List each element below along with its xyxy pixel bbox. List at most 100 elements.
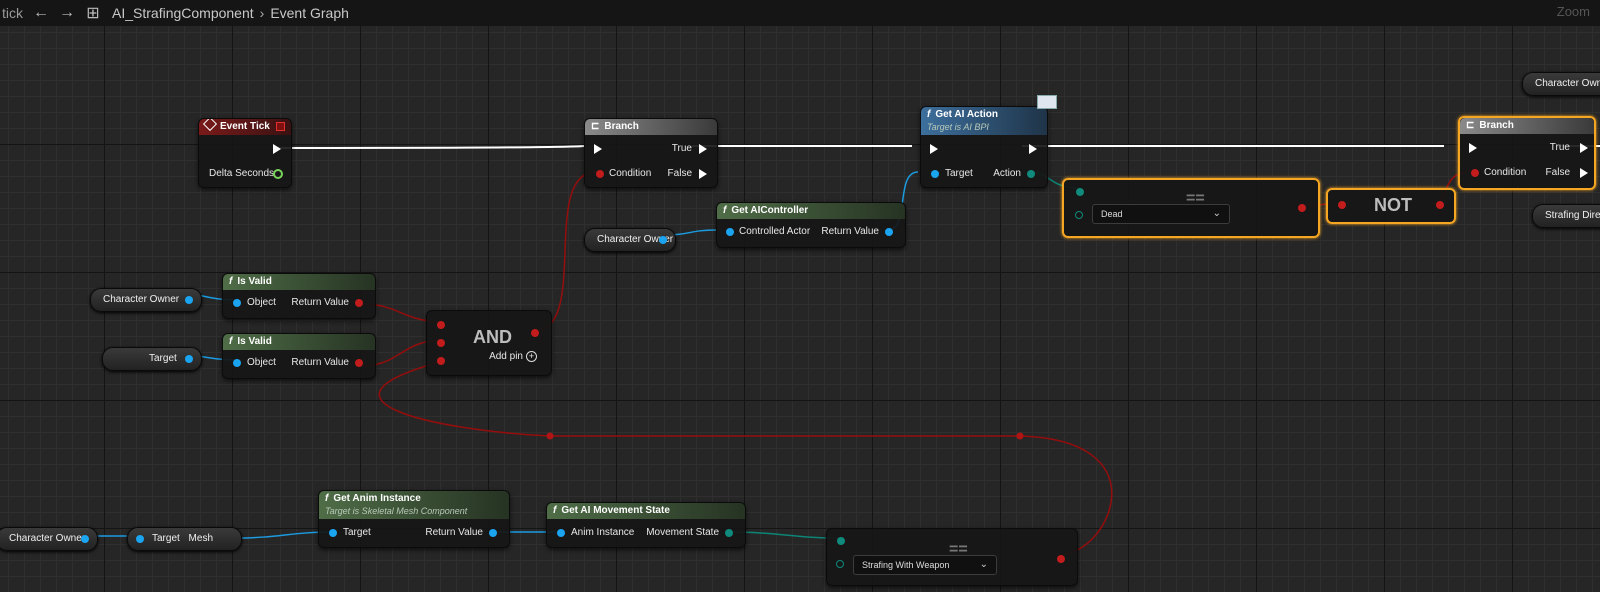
function-icon: f <box>229 276 233 287</box>
enum-dropdown-dead[interactable]: Dead ⌄ <box>1092 204 1230 224</box>
enum-b-pin[interactable] <box>836 560 844 568</box>
get-anim-instance-node[interactable]: f Get Anim Instance Target is Skeletal Me… <box>318 490 510 548</box>
function-icon: f <box>927 109 931 120</box>
return-value-label: Return Value <box>425 527 483 538</box>
return-value-label: Return Value <box>821 226 879 237</box>
return-value-pin[interactable] <box>489 529 497 537</box>
target-pin[interactable] <box>329 529 337 537</box>
character-owner-pin[interactable] <box>659 236 667 244</box>
variable-target[interactable]: Target <box>102 347 202 371</box>
return-value-pin[interactable] <box>355 299 363 307</box>
action-pin[interactable] <box>1027 170 1035 178</box>
function-icon: f <box>325 493 329 504</box>
false-label: False <box>667 168 692 179</box>
get-ai-movement-state-node[interactable]: f Get AI Movement State Anim Instance Mov… <box>546 502 746 548</box>
enum-dropdown-strafing[interactable]: Strafing With Weapon ⌄ <box>853 555 997 575</box>
target-pin[interactable] <box>185 355 193 363</box>
and-input-c-pin[interactable] <box>437 357 445 365</box>
delta-seconds-label: Delta Seconds <box>209 168 275 179</box>
function-icon: f <box>229 336 233 347</box>
and-input-b-pin[interactable] <box>437 339 445 347</box>
condition-pin[interactable] <box>1471 169 1479 177</box>
target-label: Target <box>343 527 371 538</box>
and-node[interactable]: AND Add pin + <box>426 310 552 376</box>
not-output-pin[interactable] <box>1436 201 1444 209</box>
true-exec-pin[interactable] <box>1580 143 1588 153</box>
exec-out-pin[interactable] <box>273 144 281 154</box>
equal-enum-node-dead[interactable]: == Dead ⌄ <box>1062 178 1320 238</box>
get-ai-controller-node[interactable]: f Get AIController Controlled Actor Retur… <box>716 202 906 248</box>
return-value-pin[interactable] <box>885 228 893 236</box>
function-icon: f <box>723 205 727 216</box>
get-ai-action-node[interactable]: f Get AI Action Target is AI BPI Target A… <box>920 95 1057 188</box>
delta-seconds-pin[interactable] <box>273 169 283 179</box>
branch-node-1[interactable]: ⊏ Branch True Condition False <box>584 118 718 188</box>
true-exec-pin[interactable] <box>699 144 707 154</box>
controlled-actor-pin[interactable] <box>726 228 734 236</box>
branch-header: ⊏ Branch <box>1460 118 1594 134</box>
is-valid-node-2[interactable]: f Is Valid Object Return Value <box>222 333 376 379</box>
variable-character-owner[interactable]: Character Owner <box>90 288 202 312</box>
variable-character-owner[interactable]: Character Owner <box>584 228 676 252</box>
breadcrumb-blueprint[interactable]: AI_StrafingComponent <box>112 5 254 21</box>
controlled-actor-label: Controlled Actor <box>739 226 811 237</box>
event-graph-canvas[interactable]: Event Tick Delta Seconds ⊏ Branch True Co… <box>0 0 1600 592</box>
true-label: True <box>671 143 692 154</box>
false-exec-pin[interactable] <box>1580 168 1588 178</box>
exec-in-pin[interactable] <box>594 144 602 154</box>
is-valid-node-1[interactable]: f Is Valid Object Return Value <box>222 273 376 319</box>
partial-tab-label[interactable]: tick <box>0 5 28 21</box>
back-arrow-icon[interactable]: ← <box>28 4 54 22</box>
result-pin[interactable] <box>1298 204 1306 212</box>
enum-a-pin[interactable] <box>1076 188 1084 196</box>
true-label: True <box>1549 142 1570 153</box>
breadcrumb-separator-icon: › <box>259 5 265 21</box>
event-tick-node[interactable]: Event Tick Delta Seconds <box>198 118 292 188</box>
mesh-getter-node[interactable]: Target Mesh <box>127 527 242 551</box>
condition-label: Condition <box>1484 167 1527 178</box>
result-pin[interactable] <box>1057 555 1065 563</box>
variable-character-owner[interactable]: Character Owner <box>0 527 98 551</box>
enum-b-pin[interactable] <box>1075 211 1083 219</box>
object-pin[interactable] <box>233 299 241 307</box>
exec-in-pin[interactable] <box>1469 143 1477 153</box>
not-input-pin[interactable] <box>1338 201 1346 209</box>
target-pin[interactable] <box>931 170 939 178</box>
event-tick-delegate-pin[interactable] <box>276 122 285 131</box>
object-label: Object <box>247 297 276 308</box>
branch-header: ⊏ Branch <box>585 119 717 135</box>
not-node[interactable]: NOT <box>1326 188 1456 224</box>
add-pin-button[interactable]: Add pin + <box>489 351 537 362</box>
graph-hierarchy-icon[interactable]: ⊞ <box>80 3 106 23</box>
return-value-pin[interactable] <box>355 359 363 367</box>
character-owner-pin[interactable] <box>81 535 89 543</box>
object-pin[interactable] <box>233 359 241 367</box>
and-output-pin[interactable] <box>531 329 539 337</box>
enum-a-pin[interactable] <box>837 537 845 545</box>
get-ai-movement-state-header: f Get AI Movement State <box>547 503 745 519</box>
variable-strafing-direction[interactable]: Strafing Direc <box>1532 204 1600 228</box>
false-exec-pin[interactable] <box>699 169 707 179</box>
exec-out-pin[interactable] <box>1029 144 1037 154</box>
variable-character-owner[interactable]: Character Owne <box>1522 72 1600 96</box>
action-label: Action <box>993 168 1021 179</box>
condition-pin[interactable] <box>596 170 604 178</box>
is-valid-header: f Is Valid <box>223 334 375 350</box>
movement-state-pin[interactable] <box>725 529 733 537</box>
bool-wire <box>533 171 597 332</box>
anim-instance-label: Anim Instance <box>571 527 635 538</box>
forward-arrow-icon[interactable]: → <box>54 4 80 22</box>
and-input-a-pin[interactable] <box>437 321 445 329</box>
exec-in-pin[interactable] <box>930 144 938 154</box>
chevron-down-icon: ⌄ <box>1212 208 1221 219</box>
branch-node-2[interactable]: ⊏ Branch True Condition False <box>1458 116 1596 190</box>
target-pin[interactable] <box>136 535 144 543</box>
function-icon: f <box>553 505 557 516</box>
breadcrumb-graph[interactable]: Event Graph <box>270 5 349 21</box>
return-value-label: Return Value <box>291 297 349 308</box>
graph-toolbar: tick ← → ⊞ AI_StrafingComponent › Event … <box>0 0 1600 26</box>
anim-instance-pin[interactable] <box>557 529 565 537</box>
exec-wire <box>275 145 585 149</box>
equal-enum-node-strafing[interactable]: == Strafing With Weapon ⌄ <box>826 528 1078 586</box>
character-owner-pin[interactable] <box>185 296 193 304</box>
